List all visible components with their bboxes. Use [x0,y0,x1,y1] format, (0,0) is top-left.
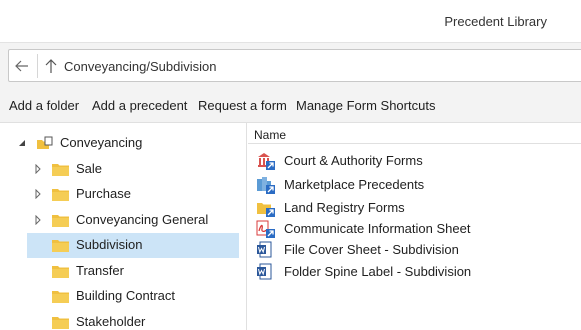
folder-icon [52,315,69,329]
buildings-shortcut-icon [256,176,275,194]
tree-item-purchase[interactable]: Purchase [0,182,246,207]
tree-item-stakeholder[interactable]: Stakeholder [0,310,246,330]
back-arrow-icon[interactable] [11,56,33,76]
list-item[interactable]: Communicate Information Sheet [248,218,581,239]
list-item[interactable]: Folder Spine Label - Subdivision [248,261,581,282]
folder-icon [52,213,69,227]
collapsed-caret-icon[interactable] [33,214,43,226]
current-path[interactable]: Conveyancing/Subdivision [64,59,216,74]
list-item-label: Communicate Information Sheet [284,221,471,236]
up-arrow-icon[interactable] [42,56,60,76]
folder-icon [52,238,69,252]
request-form-button[interactable]: Request a form [198,98,287,113]
tree-item-sale[interactable]: Sale [0,157,246,182]
tree-item-label: Subdivision [76,237,143,252]
tree-item-building-contract[interactable]: Building Contract [0,284,246,309]
expanded-caret-icon[interactable] [17,138,27,148]
word-document-icon [256,263,274,281]
list-item[interactable]: File Cover Sheet - Subdivision [248,239,581,260]
folder-icon [52,162,69,176]
tree-item-label: Sale [76,161,103,176]
tree-item-label: Stakeholder [76,314,146,329]
collapsed-caret-icon[interactable] [33,188,43,200]
tree-item-label: Purchase [76,186,131,201]
list-item-label: Land Registry Forms [284,200,405,215]
folder-tree: Conveyancing Sale Purchase Conveyancing … [0,123,247,330]
add-folder-button[interactable]: Add a folder [9,98,79,113]
list-item[interactable]: Marketplace Precedents [248,174,581,195]
toolbar: Add a folder Add a precedent Request a f… [0,89,581,123]
list-item-label: File Cover Sheet - Subdivision [284,242,459,257]
tree-item-label: Transfer [76,263,124,278]
folder-link-icon [36,136,53,150]
list-item-label: Folder Spine Label - Subdivision [284,264,472,279]
manage-form-shortcuts-button[interactable]: Manage Form Shortcuts [296,98,435,113]
pdf-shortcut-icon [256,220,275,238]
list-item[interactable]: Court & Authority Forms [248,150,581,171]
tree-item-label: Conveyancing [60,135,143,150]
address-bar[interactable]: Conveyancing/Subdivision [8,49,581,82]
tree-item-label: Conveyancing General [76,212,209,227]
list-item-label: Court & Authority Forms [284,153,423,168]
word-document-icon [256,241,274,259]
title-bar: Precedent Library [0,0,581,43]
folder-icon [52,187,69,201]
window-title: Precedent Library [444,14,547,29]
tree-item-transfer[interactable]: Transfer [0,259,246,284]
column-header-name[interactable]: Name [254,128,286,142]
address-bar-area: Conveyancing/Subdivision [0,43,581,89]
list-item[interactable]: Land Registry Forms [248,197,581,218]
list-item-label: Marketplace Precedents [284,177,425,192]
folder-shortcut-icon [256,199,275,217]
nav-divider [37,54,38,78]
folder-icon [52,264,69,278]
add-precedent-button[interactable]: Add a precedent [92,98,187,113]
collapsed-caret-icon[interactable] [33,163,43,175]
list-header: Name [248,123,581,144]
courthouse-shortcut-icon [256,152,275,170]
tree-item-subdivision[interactable]: Subdivision [0,233,246,258]
tree-item-conveyancing[interactable]: Conveyancing [0,131,246,156]
precedent-list: Name Court & Authority Forms Marketplace… [248,123,581,330]
folder-icon [52,289,69,303]
tree-item-conveyancing-general[interactable]: Conveyancing General [0,208,246,233]
tree-item-label: Building Contract [76,288,175,303]
